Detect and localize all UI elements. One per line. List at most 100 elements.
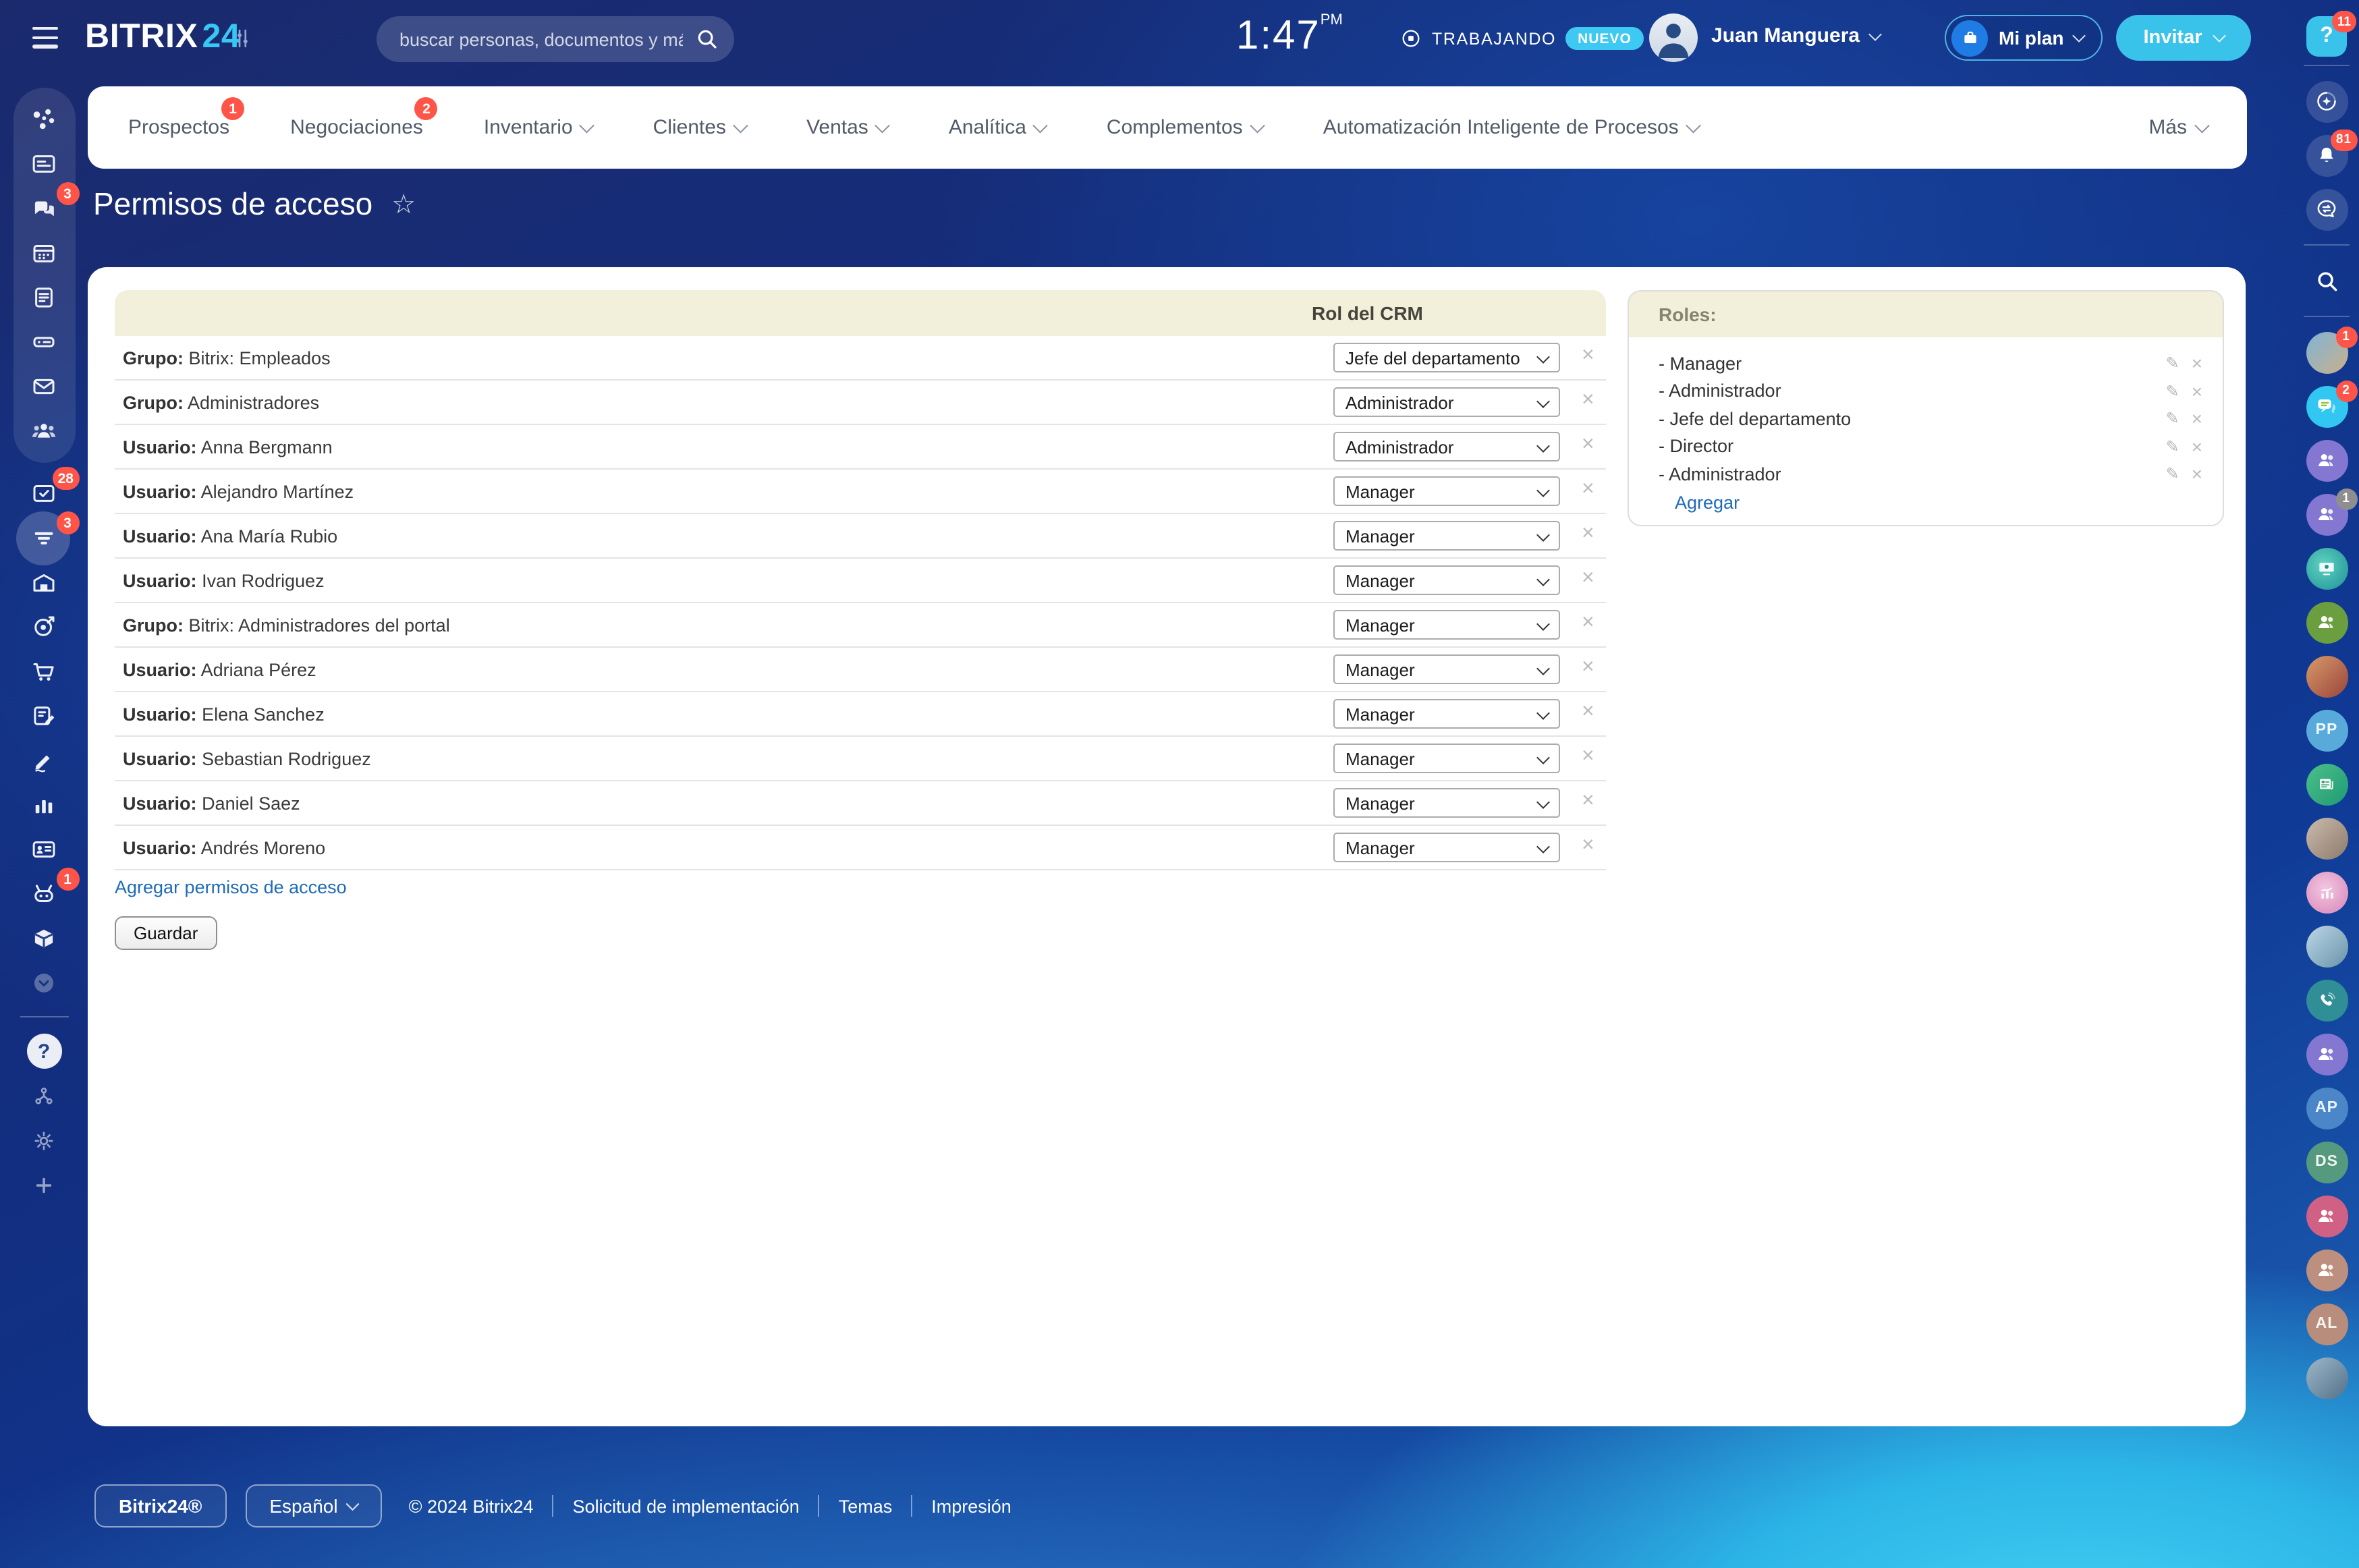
nav-prospectos[interactable]: Prospectos1 (128, 116, 229, 139)
delete-row-icon[interactable]: × (1582, 657, 1594, 679)
sidebar-item-warehouse[interactable] (13, 560, 75, 605)
contact-avatar[interactable] (2306, 655, 2348, 697)
copilot-button[interactable] (2306, 80, 2348, 122)
edit-role-icon[interactable]: ✎ (2166, 354, 2180, 373)
crm-role-select[interactable]: Manager (1333, 788, 1560, 818)
delete-row-icon[interactable]: × (1582, 524, 1594, 545)
group-chat-green[interactable] (2306, 601, 2348, 643)
delete-role-icon[interactable]: × (2192, 354, 2202, 373)
sidebar-item-calendar[interactable] (13, 231, 75, 275)
crm-role-select[interactable]: Manager (1333, 610, 1560, 640)
group-chat-purple3[interactable] (2306, 1033, 2348, 1075)
work-status[interactable]: TRABAJANDO NUEVO (1399, 27, 1644, 50)
delete-role-icon[interactable]: × (2192, 465, 2202, 484)
telephony-avatar[interactable] (2306, 979, 2348, 1021)
language-selector[interactable]: Español (245, 1484, 381, 1528)
crm-role-select[interactable]: Manager (1333, 565, 1560, 595)
news-channel-avatar[interactable] (2306, 763, 2348, 805)
search-icon[interactable] (694, 26, 721, 53)
footer-brand-button[interactable]: Bitrix24® (94, 1484, 226, 1528)
nav-complementos[interactable]: Complementos (1107, 116, 1262, 139)
delete-row-icon[interactable]: × (1582, 435, 1594, 456)
sidebar-item-groups[interactable] (13, 409, 75, 453)
messenger-button[interactable] (2306, 188, 2348, 230)
sidebar-item-market[interactable] (13, 916, 75, 961)
nav-ventas[interactable]: Ventas (806, 116, 888, 139)
delete-row-icon[interactable]: × (1582, 568, 1594, 590)
sidebar-item-tasks[interactable]: 28 (13, 471, 75, 515)
delete-row-icon[interactable]: × (1582, 791, 1594, 812)
group-chat-pink[interactable] (2306, 1195, 2348, 1237)
sidebar-item-crm[interactable]: 3 (13, 515, 75, 560)
sidebar-item-collaboration[interactable] (13, 97, 75, 142)
sidebar-item-sign[interactable] (13, 738, 75, 783)
delete-row-icon[interactable]: × (1582, 746, 1594, 768)
sidebar-item-analytics[interactable] (13, 783, 75, 827)
favorite-star-icon[interactable]: ☆ (391, 188, 416, 221)
delete-role-icon[interactable]: × (2192, 437, 2202, 456)
crm-role-select[interactable]: Manager (1333, 833, 1560, 862)
crm-role-select[interactable]: Manager (1333, 654, 1560, 684)
search-input[interactable] (377, 16, 734, 62)
add-plus-icon[interactable] (13, 1163, 75, 1208)
my-plan-button[interactable]: Mi plan (1945, 15, 2103, 61)
notifications-button[interactable]: 81 (2306, 134, 2348, 176)
footer-link-themes[interactable]: Temas (839, 1496, 893, 1516)
invite-button[interactable]: Invitar (2116, 15, 2251, 61)
nav-negociaciones[interactable]: Negociaciones2 (290, 116, 423, 139)
footer-link-implementation[interactable]: Solicitud de implementación (573, 1496, 800, 1516)
support-chat-avatar[interactable] (2306, 547, 2348, 589)
delete-row-icon[interactable]: × (1582, 835, 1594, 857)
nav-analitica[interactable]: Analítica (949, 116, 1046, 139)
delete-row-icon[interactable]: × (1582, 613, 1594, 634)
sliders-icon[interactable] (229, 26, 255, 51)
group-chat-purple2[interactable]: 1 (2306, 493, 2348, 535)
crm-role-select[interactable]: Manager (1333, 521, 1560, 551)
sidebar-item-feed[interactable] (13, 142, 75, 186)
initials-avatar-pp[interactable]: PP (2306, 709, 2348, 751)
delete-row-icon[interactable]: × (1582, 390, 1594, 412)
delete-row-icon[interactable]: × (1582, 345, 1594, 367)
footer-link-print[interactable]: Impresión (931, 1496, 1011, 1516)
crm-role-select[interactable]: Manager (1333, 744, 1560, 773)
delete-role-icon[interactable]: × (2192, 410, 2202, 428)
contact-avatar[interactable] (2306, 817, 2348, 859)
work-clock[interactable]: 1:47PM (1236, 12, 1343, 59)
report-channel-avatar[interactable] (2306, 871, 2348, 913)
sidebar-item-sitemap[interactable] (13, 1074, 75, 1119)
user-avatar[interactable] (1649, 13, 1698, 62)
edit-role-icon[interactable]: ✎ (2166, 437, 2180, 456)
rail-search-button[interactable] (2306, 260, 2348, 302)
save-button[interactable]: Guardar (115, 916, 217, 950)
contact-avatar[interactable] (2306, 1357, 2348, 1399)
initials-avatar-ap[interactable]: AP (2306, 1087, 2348, 1129)
delete-role-icon[interactable]: × (2192, 382, 2202, 401)
sidebar-item-contact-center[interactable] (13, 827, 75, 872)
group-chat-brown[interactable] (2306, 1249, 2348, 1291)
contact-avatar[interactable] (2306, 925, 2348, 967)
crm-role-select[interactable]: Manager (1333, 476, 1560, 506)
sidebar-item-mail[interactable] (13, 364, 75, 409)
nav-clientes[interactable]: Clientes (653, 116, 746, 139)
crm-role-select[interactable]: Jefe del departamento (1333, 343, 1560, 372)
crm-role-select[interactable]: Administrador (1333, 387, 1560, 417)
initials-avatar-al[interactable]: AL (2306, 1303, 2348, 1345)
settings-gear-icon[interactable] (13, 1119, 75, 1163)
sidebar-item-ai[interactable]: 1 (13, 872, 75, 916)
recent-chat-channel[interactable]: 2 (2306, 385, 2348, 427)
sidebar-item-marketing[interactable] (13, 605, 75, 649)
edit-role-icon[interactable]: ✎ (2166, 382, 2180, 401)
sidebar-item-documents[interactable] (13, 275, 75, 320)
sidebar-item-smart-process[interactable] (13, 694, 75, 738)
add-permissions-link[interactable]: Agregar permisos de acceso (115, 877, 347, 897)
edit-role-icon[interactable]: ✎ (2166, 465, 2180, 484)
nav-automatizacion[interactable]: Automatización Inteligente de Procesos (1323, 116, 1698, 139)
group-chat-purple[interactable] (2306, 439, 2348, 481)
help-icon[interactable]: ? (26, 1034, 61, 1069)
delete-row-icon[interactable]: × (1582, 479, 1594, 501)
sidebar-item-shop[interactable] (13, 649, 75, 694)
add-role-link[interactable]: Agregar (1629, 488, 1740, 512)
crm-role-select[interactable]: Administrador (1333, 432, 1560, 461)
nav-inventario[interactable]: Inventario (484, 116, 592, 139)
help-button[interactable]: ? 11 (2306, 16, 2347, 57)
